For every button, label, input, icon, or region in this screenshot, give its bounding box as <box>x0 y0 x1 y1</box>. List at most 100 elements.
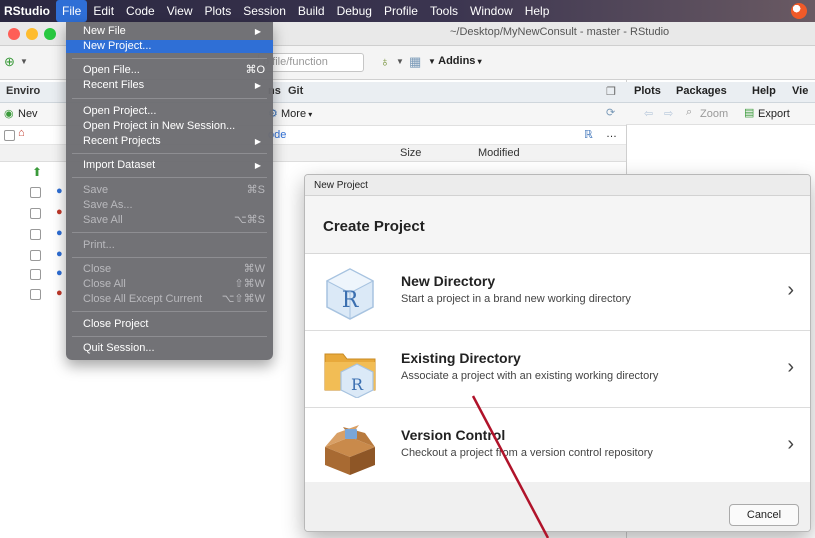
svg-text:R: R <box>351 375 364 394</box>
up-directory-icon[interactable]: ⬆ <box>32 165 42 179</box>
grid-layout-icon[interactable]: ▦ <box>409 54 421 70</box>
submenu-arrow-icon: ▶ <box>254 81 261 90</box>
file-row-checkbox[interactable] <box>30 250 41 261</box>
menubar-debug[interactable]: Debug <box>331 0 378 22</box>
option-new-directory[interactable]: R New Directory Start a project in a bra… <box>305 255 810 331</box>
build-icon[interactable]: ♁ <box>380 54 390 69</box>
select-all-checkbox[interactable] <box>4 130 15 141</box>
menu-item-recent-projects[interactable]: Recent Projects ▶ <box>66 135 273 148</box>
file-icon: ● <box>56 185 63 197</box>
file-icon: ● <box>56 227 63 239</box>
size-column-header[interactable]: Size <box>400 147 421 159</box>
menu-item-save-as[interactable]: Save As... <box>66 199 273 212</box>
zoom-label[interactable]: Zoom <box>700 108 728 120</box>
tray-app-icon[interactable] <box>791 3 807 19</box>
r-project-icon[interactable]: ℝ <box>584 128 593 141</box>
minimize-window-icon[interactable] <box>26 28 38 40</box>
menu-item-open-file[interactable]: Open File... ⌘O <box>66 64 273 77</box>
file-row-checkbox[interactable] <box>30 229 41 240</box>
menu-item-quit-session[interactable]: Quit Session... <box>66 342 273 355</box>
more-menu[interactable]: More ▾ <box>281 108 312 120</box>
menubar-file[interactable]: File <box>56 0 88 22</box>
menu-item-open-project[interactable]: Open Project... <box>66 105 273 118</box>
menu-item-import-dataset[interactable]: Import Dataset ▶ <box>66 159 273 172</box>
menu-item-label: Quit Session... <box>83 342 155 354</box>
option-existing-directory[interactable]: R Existing Directory Associate a project… <box>305 332 810 408</box>
menubar-app-name[interactable]: RStudio <box>0 0 56 22</box>
export-icon[interactable]: ▤ <box>744 106 754 119</box>
file-row-checkbox[interactable] <box>30 269 41 280</box>
new-file-dropdown-icon[interactable]: ▼ <box>20 57 28 66</box>
menu-item-save[interactable]: Save ⌘S <box>66 184 273 197</box>
modified-column-header[interactable]: Modified <box>478 147 520 159</box>
new-env-icon[interactable]: ◉ <box>4 107 14 120</box>
menubar-plots[interactable]: Plots <box>199 0 238 22</box>
tab-git[interactable]: Git <box>288 85 303 97</box>
refresh-icon[interactable]: ⟳ <box>606 106 615 119</box>
menubar-tools[interactable]: Tools <box>424 0 464 22</box>
file-row-checkbox[interactable] <box>30 187 41 198</box>
file-row-checkbox[interactable] <box>30 289 41 300</box>
tab-viewer[interactable]: Vie <box>792 85 808 97</box>
menu-separator <box>72 232 267 233</box>
menu-item-shortcut: ⌘W <box>243 263 265 275</box>
chevron-right-icon: › <box>787 356 794 378</box>
menu-item-label: Close <box>83 263 112 275</box>
goto-file-input[interactable]: o file/function <box>258 53 364 72</box>
menubar-build[interactable]: Build <box>292 0 331 22</box>
menu-item-close-all[interactable]: Close All ⇧⌘W <box>66 278 273 291</box>
option-title: Version Control <box>401 427 506 443</box>
menu-item-new-project[interactable]: New Project... <box>66 40 273 53</box>
back-arrow-icon[interactable]: ⇦ <box>644 107 653 120</box>
menubar-help[interactable]: Help <box>519 0 556 22</box>
menu-item-label: Import Dataset <box>83 159 156 171</box>
build-dropdown-icon[interactable]: ▼ <box>396 57 404 66</box>
menu-separator <box>72 311 267 312</box>
zoom-icon[interactable]: ⌕ <box>686 106 692 119</box>
tab-environment[interactable]: Enviro <box>6 85 40 97</box>
env-new-label[interactable]: Nev <box>18 108 38 120</box>
file-icon: ● <box>56 267 63 279</box>
close-window-icon[interactable] <box>8 28 20 40</box>
menubar-view[interactable]: View <box>161 0 199 22</box>
tab-packages[interactable]: Packages <box>676 85 727 97</box>
plots-tabs: Plots Packages Help Vie <box>626 82 815 103</box>
menu-item-open-project-new-session[interactable]: Open Project in New Session... <box>66 120 273 133</box>
menubar-window[interactable]: Window <box>464 0 519 22</box>
tab-plots[interactable]: Plots <box>634 85 661 97</box>
option-version-control[interactable]: Version Control Checkout a project from … <box>305 409 810 485</box>
menu-item-close[interactable]: Close ⌘W <box>66 263 273 276</box>
menubar-edit[interactable]: Edit <box>87 0 120 22</box>
more-label: More <box>281 108 307 120</box>
export-label[interactable]: Export <box>758 108 790 120</box>
menu-item-print[interactable]: Print... <box>66 239 273 252</box>
menubar-code[interactable]: Code <box>120 0 161 22</box>
menu-item-shortcut: ⌥⇧⌘W <box>221 293 265 305</box>
menu-separator <box>72 58 267 59</box>
menubar-session[interactable]: Session <box>237 0 292 22</box>
menu-item-label: Close Project <box>83 318 149 330</box>
zoom-window-icon[interactable] <box>44 28 56 40</box>
home-icon[interactable]: ⌂ <box>18 127 25 139</box>
menu-item-recent-files[interactable]: Recent Files ▶ <box>66 79 273 92</box>
new-file-icon[interactable]: ⊕ <box>4 54 15 70</box>
ellipsis-icon[interactable]: … <box>606 128 617 140</box>
submenu-arrow-icon: ▶ <box>254 161 261 170</box>
forward-arrow-icon[interactable]: ⇨ <box>664 107 673 120</box>
menu-item-close-project[interactable]: Close Project <box>66 318 273 331</box>
menu-item-shortcut: ⌘S <box>246 184 265 196</box>
menu-item-new-file[interactable]: New File ▶ <box>66 25 273 38</box>
addins-menu[interactable]: ▼ Addins ▾ <box>428 55 482 67</box>
option-title: New Directory <box>401 273 496 289</box>
menu-item-shortcut: ⌥⌘S <box>233 214 265 226</box>
menu-item-save-all[interactable]: Save All ⌥⌘S <box>66 214 273 227</box>
tab-help[interactable]: Help <box>752 85 776 97</box>
cancel-button[interactable]: Cancel <box>729 504 799 526</box>
menubar-profile[interactable]: Profile <box>378 0 424 22</box>
menu-item-close-all-except-current[interactable]: Close All Except Current ⌥⇧⌘W <box>66 293 273 306</box>
maximize-pane-icon[interactable]: ❐ <box>606 85 616 98</box>
submenu-arrow-icon: ▶ <box>254 137 261 146</box>
window-title: ~/Desktop/MyNewConsult - master - RStudi… <box>450 26 670 38</box>
file-row-checkbox[interactable] <box>30 208 41 219</box>
menu-separator <box>72 336 267 337</box>
